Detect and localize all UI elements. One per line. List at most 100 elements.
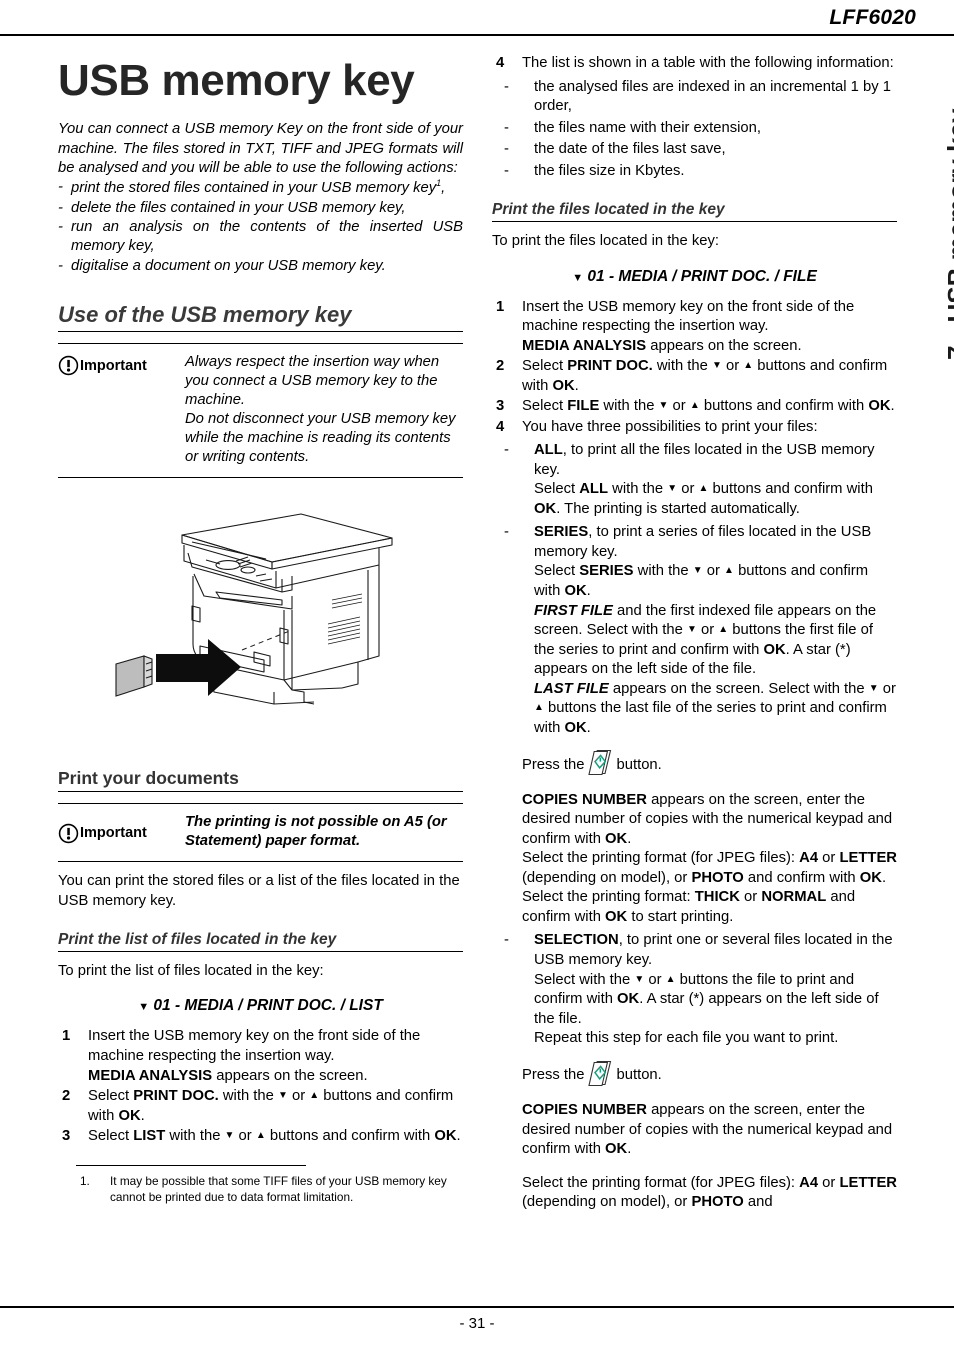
copies-number-block-2: COPIES NUMBER appears on the screen, ent…	[522, 1101, 897, 1213]
format-normal: NORMAL	[761, 889, 827, 906]
series-press-block: Press the button. COPIES NUMBER appears …	[522, 748, 897, 927]
sub-item-text: the date of the files last save,	[534, 141, 726, 158]
copies-text: Select the printing format:	[522, 889, 695, 906]
list-item: - digitalise a document on your USB memo…	[58, 257, 463, 276]
option-text: Select	[534, 481, 580, 498]
list-item: - the analysed files are indexed in an i…	[492, 78, 897, 117]
step-text: .	[140, 1107, 145, 1124]
insertion-arrow-icon	[155, 639, 241, 697]
caret-down-icon: ▼	[868, 682, 879, 694]
sub-item-text: the analysed files are indexed in an inc…	[534, 78, 891, 115]
dash-marker: -	[504, 442, 509, 459]
option-description: , to print all the files located in the …	[534, 442, 875, 478]
step-number: 4	[496, 55, 505, 71]
caret-up-icon: ▲	[309, 1090, 320, 1102]
step-text: You have three possibilities to print yo…	[522, 418, 818, 435]
steps-list-left: 1 Insert the USB memory key on the front…	[58, 1027, 463, 1146]
option-text: Repeat this step for each file you want …	[534, 1030, 839, 1047]
press-text: button.	[616, 756, 662, 773]
ok-key: OK	[564, 719, 587, 736]
copies-text: to start printing.	[627, 908, 734, 925]
start-button-icon	[587, 748, 614, 783]
list-item: - run an analysis on the contents of the…	[58, 218, 463, 257]
step-item: 3 Select LIST with the ▼ or ▲ buttons an…	[58, 1127, 463, 1147]
option-name-all: ALL	[534, 442, 563, 459]
step-text-tail: appears on the screen.	[212, 1067, 368, 1084]
list-item: - the files size in Kbytes.	[492, 162, 897, 182]
ok-key: OK	[859, 869, 882, 886]
intro-item-2: run an analysis on the contents of the i…	[71, 218, 463, 255]
option-text: with the	[633, 563, 693, 580]
print-option-all: - ALL, to print all the files located in…	[492, 441, 897, 519]
printer-illustration-svg	[114, 513, 393, 705]
caret-up-icon: ▲	[718, 624, 729, 636]
step-number: 3	[62, 1128, 71, 1145]
print-list-intro: To print the list of files located in th…	[58, 962, 324, 979]
step-item: 4 You have three possibilities to print …	[492, 418, 897, 438]
copies-text: or	[739, 889, 762, 906]
caret-down-icon: ▼	[138, 1001, 150, 1014]
step-text: buttons and confirm with	[699, 398, 869, 415]
step4-sub-list: - the analysed files are indexed in an i…	[492, 78, 897, 182]
footnote-number: 1.	[80, 1173, 90, 1188]
copies-text: and	[743, 1194, 773, 1211]
step-item: 2 Select PRINT DOC. with the ▼ or ▲ butt…	[58, 1087, 463, 1126]
intro-item-3: digitalise a document on your USB memory…	[71, 257, 386, 274]
format-letter: LETTER	[839, 1174, 897, 1191]
option-name-series: SERIES	[534, 524, 589, 541]
dash-marker: -	[504, 141, 509, 158]
screen-message: MEDIA ANALYSIS	[522, 337, 647, 354]
dash-marker: -	[504, 932, 509, 949]
dash-marker: -	[504, 162, 509, 179]
ok-key: OK	[552, 377, 575, 394]
copies-text: or	[818, 1174, 840, 1191]
caret-up-icon: ▲	[665, 973, 676, 985]
step-text: or	[234, 1128, 256, 1145]
intro-bullet-list: - print the stored files contained in yo…	[58, 178, 463, 276]
important-label: Important	[80, 357, 147, 374]
list-item: - print the stored files contained in yo…	[58, 178, 463, 198]
important-callout-a5: Important The printing is not possible o…	[58, 803, 463, 863]
step-text-tail: appears on the screen.	[646, 337, 802, 354]
ok-key: OK	[763, 641, 786, 658]
step-text: buttons and confirm with	[265, 1128, 435, 1145]
step-text: or	[287, 1088, 310, 1105]
option-name-all: ALL	[579, 481, 609, 498]
option-text: .	[586, 582, 591, 599]
menu-option: PRINT DOC.	[133, 1088, 219, 1105]
copies-text: .	[627, 830, 632, 847]
step-number: 3	[496, 398, 505, 415]
header-model-title: LFF6020	[829, 6, 916, 29]
step-number: 2	[496, 358, 505, 375]
caret-up-icon: ▲	[255, 1130, 266, 1142]
screen-message-copies: COPIES NUMBER	[522, 791, 647, 808]
caret-up-icon: ▲	[534, 702, 544, 714]
footnote: 1. It may be possible that some TIFF fil…	[80, 1174, 463, 1206]
dash-marker: -	[58, 218, 63, 235]
screen-message-last-file: LAST FILE	[534, 680, 609, 697]
step-text: Select	[88, 1088, 134, 1105]
dash-marker: -	[58, 179, 63, 196]
caret-down-icon: ▼	[572, 271, 584, 284]
ok-key: OK	[118, 1107, 141, 1124]
chapter-side-tab: 7 - USB memory key	[906, 40, 954, 370]
copies-text: .	[627, 1141, 632, 1158]
step-text: with the	[218, 1088, 278, 1105]
ok-key: OK	[564, 582, 587, 599]
important-body: The printing is not possible on A5 (or S…	[185, 814, 447, 850]
copies-text: or	[818, 850, 840, 867]
copies-text: Select the printing format (for JPEG fil…	[522, 1174, 800, 1191]
copies-text: (depending on model), or	[522, 1194, 692, 1211]
option-text: . The printing is started automatically.	[556, 500, 800, 517]
intro-item-1: delete the files contained in your USB m…	[71, 199, 406, 216]
menu-path-list-text: 01 - MEDIA / PRINT DOC. / LIST	[153, 997, 383, 1015]
sub-item-text: the files name with their extension,	[534, 119, 762, 136]
step-text: or	[668, 398, 690, 415]
dash-marker: -	[504, 524, 509, 541]
ok-key: OK	[534, 500, 557, 517]
option-text: or	[677, 481, 699, 498]
ok-key: OK	[617, 991, 640, 1008]
caret-down-icon: ▼	[224, 1130, 235, 1142]
print-files-intro: To print the files located in the key:	[492, 233, 720, 249]
caret-up-icon: ▲	[689, 400, 700, 412]
